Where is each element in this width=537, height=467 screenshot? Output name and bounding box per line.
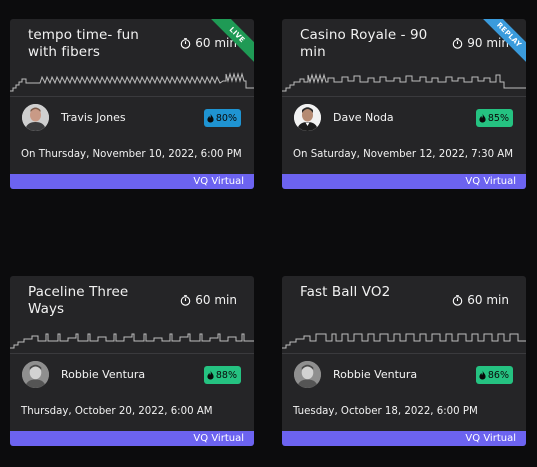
match-badge: 88% [203, 366, 241, 384]
workout-profile [10, 324, 254, 354]
timer-icon [181, 37, 191, 49]
duration: 60 min [452, 293, 509, 307]
scheduled-date: On Thursday, November 10, 2022, 6:00 PM [21, 149, 242, 160]
flame-icon [479, 113, 486, 123]
match-percent: 88% [215, 369, 237, 381]
duration-text: 60 min [467, 293, 509, 307]
flame-icon [207, 113, 214, 123]
card-footer: VQ Virtual [282, 431, 526, 446]
duration: 60 min [180, 293, 237, 307]
instructor-name: Robbie Ventura [333, 368, 418, 381]
avatar [22, 361, 49, 388]
workout-card-1[interactable]: tempo time- fun with fibers 60 min LIVE … [10, 19, 254, 189]
card-footer: VQ Virtual [10, 174, 254, 189]
workout-profile [282, 324, 526, 354]
flame-icon [479, 370, 486, 380]
workout-profile [282, 67, 526, 97]
workout-card-2[interactable]: Casino Royale - 90 min 90 min REPLAY Dav… [282, 19, 526, 189]
timer-icon [181, 294, 191, 306]
ribbon: REPLAY [482, 19, 526, 63]
workout-card-4[interactable]: Fast Ball VO2 60 min Robbie Ventura 86% … [282, 276, 526, 446]
card-footer: VQ Virtual [282, 174, 526, 189]
workout-card-3[interactable]: Paceline Three Ways 60 min Robbie Ventur… [10, 276, 254, 446]
instructor-name: Travis Jones [61, 111, 126, 124]
instructor-name: Dave Noda [333, 111, 394, 124]
timer-icon [453, 37, 463, 49]
workout-profile [10, 67, 254, 97]
match-percent: 80% [215, 112, 237, 124]
duration-text: 60 min [195, 293, 237, 307]
replay-ribbon: REPLAY [482, 19, 526, 63]
avatar [294, 104, 321, 131]
scheduled-date: On Saturday, November 12, 2022, 7:30 AM [293, 149, 514, 160]
workout-title: Fast Ball VO2 [300, 284, 391, 300]
scheduled-date: Thursday, October 20, 2022, 6:00 AM [21, 406, 213, 417]
avatar [294, 361, 321, 388]
card-footer: VQ Virtual [10, 431, 254, 446]
match-badge: 85% [475, 109, 513, 127]
match-percent: 86% [487, 369, 509, 381]
live-ribbon: LIVE [210, 19, 254, 63]
ribbon: LIVE [210, 19, 254, 63]
instructor-name: Robbie Ventura [61, 368, 146, 381]
workout-title: Casino Royale - 90 min [300, 27, 428, 60]
workout-title: tempo time- fun with fibers [28, 27, 139, 60]
match-badge: 80% [203, 109, 241, 127]
match-badge: 86% [475, 366, 513, 384]
match-percent: 85% [487, 112, 509, 124]
flame-icon [207, 370, 214, 380]
timer-icon [453, 294, 463, 306]
scheduled-date: Tuesday, October 18, 2022, 6:00 PM [293, 406, 478, 417]
avatar [22, 104, 49, 131]
workout-title: Paceline Three Ways [28, 284, 129, 317]
